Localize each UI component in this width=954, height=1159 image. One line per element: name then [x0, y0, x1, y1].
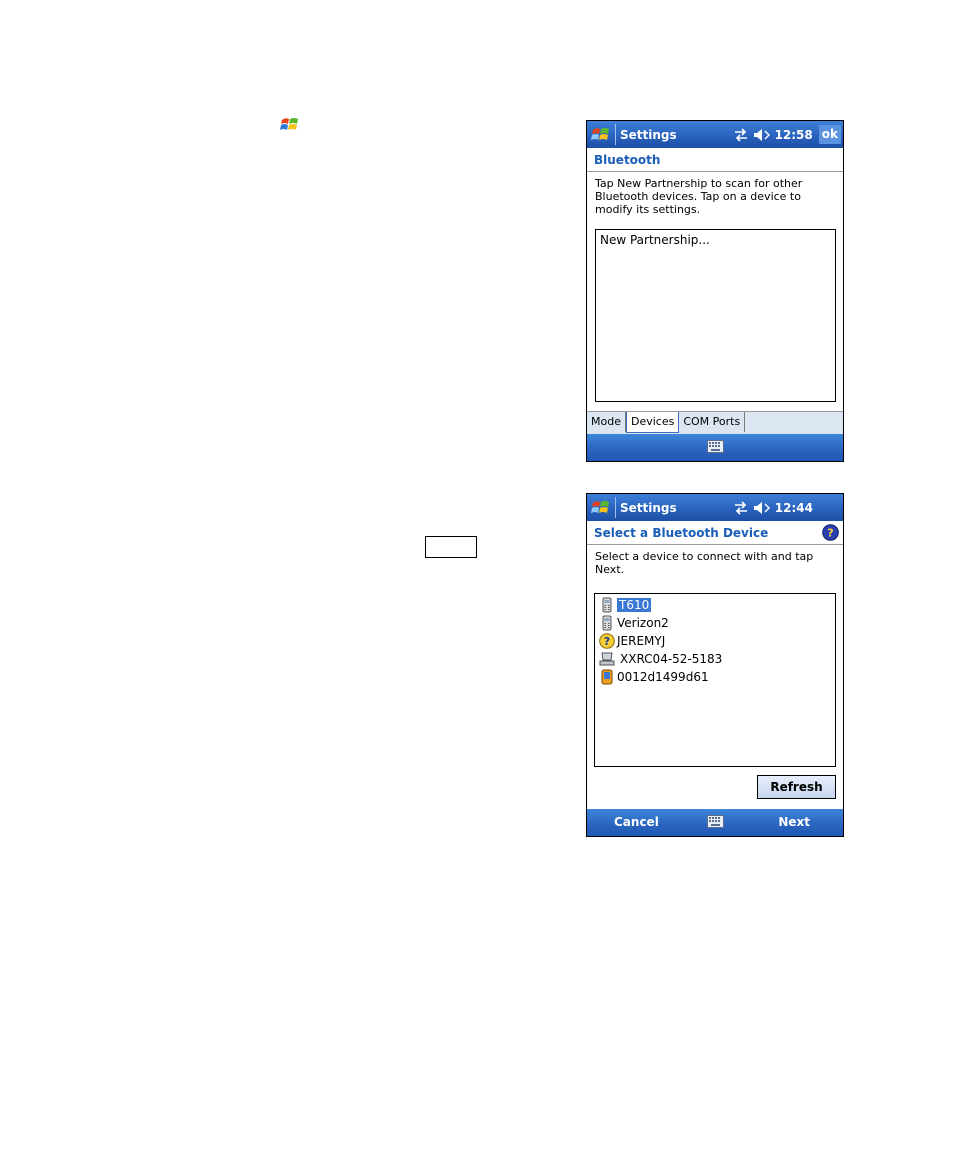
- help-icon[interactable]: ?: [822, 524, 839, 541]
- tab-devices[interactable]: Devices: [625, 412, 680, 433]
- phone-icon: [602, 615, 612, 631]
- windows-start-icon[interactable]: [590, 497, 612, 519]
- status-area[interactable]: 12:44: [733, 501, 813, 515]
- app-title: Settings: [620, 500, 677, 515]
- ok-button[interactable]: ok: [818, 125, 841, 144]
- title-separator: [615, 497, 616, 518]
- page-header: Bluetooth: [587, 148, 843, 172]
- device-name: JEREMYJ: [617, 634, 666, 648]
- connectivity-icon[interactable]: [733, 127, 749, 142]
- title-bar: Settings 12:58 ok: [587, 121, 843, 148]
- device-list[interactable]: New Partnership...: [595, 229, 836, 402]
- svg-text:?: ?: [827, 527, 833, 540]
- keyboard-icon[interactable]: [707, 815, 724, 828]
- list-item-new-partnership[interactable]: New Partnership...: [596, 230, 835, 250]
- cancel-button[interactable]: Cancel: [614, 815, 659, 829]
- next-button[interactable]: Next: [778, 815, 810, 829]
- device-name: Verizon2: [617, 616, 669, 630]
- computer-icon: [599, 652, 615, 666]
- connectivity-icon[interactable]: [733, 500, 749, 515]
- phone-icon: [602, 597, 612, 613]
- title-bar: Settings 12:44: [587, 494, 843, 521]
- windows-start-icon: [280, 118, 298, 130]
- tab-strip: Mode Devices COM Ports: [587, 411, 843, 434]
- bluetooth-settings-screen: Settings 12:58 ok Bluetooth Tap New Part…: [586, 120, 844, 462]
- volume-muted-icon[interactable]: [753, 128, 771, 142]
- pda-icon: [601, 669, 613, 685]
- app-title: Settings: [620, 127, 677, 142]
- header-title: Select a Bluetooth Device: [594, 525, 769, 540]
- volume-muted-icon[interactable]: [753, 501, 771, 515]
- windows-start-icon[interactable]: [590, 124, 612, 146]
- device-list[interactable]: T610 Verizon2 ? JEREMYJ XXRC04-52-5183 0…: [594, 593, 836, 767]
- clock[interactable]: 12:44: [775, 501, 813, 515]
- tab-mode[interactable]: Mode: [587, 412, 626, 432]
- list-item[interactable]: T610: [595, 596, 835, 614]
- tab-com-ports[interactable]: COM Ports: [679, 412, 746, 432]
- list-item[interactable]: 0012d1499d61: [595, 668, 835, 686]
- clock[interactable]: 12:58: [775, 128, 813, 142]
- instructions-text: Tap New Partnership to scan for other Bl…: [595, 177, 803, 216]
- device-name: T610: [617, 598, 652, 612]
- device-name: XXRC04-52-5183: [620, 652, 723, 666]
- title-separator: [615, 124, 616, 145]
- menu-bar: Cancel Next: [587, 809, 843, 836]
- menu-bar: [587, 434, 843, 461]
- list-item[interactable]: Verizon2: [595, 614, 835, 632]
- device-name: 0012d1499d61: [617, 670, 709, 684]
- svg-text:?: ?: [604, 635, 610, 648]
- select-device-screen: Settings 12:44 Select a Bluetooth Device…: [586, 493, 844, 837]
- page-header: Select a Bluetooth Device ?: [587, 521, 843, 545]
- keyboard-icon[interactable]: [707, 440, 724, 453]
- unknown-device-icon: ?: [599, 633, 615, 649]
- list-item[interactable]: ? JEREMYJ: [595, 632, 835, 650]
- instructions-text: Select a device to connect with and tap …: [595, 550, 814, 576]
- status-area[interactable]: 12:58: [733, 128, 813, 142]
- refresh-button[interactable]: Refresh: [757, 775, 836, 799]
- empty-box: [425, 536, 477, 558]
- list-item[interactable]: XXRC04-52-5183: [595, 650, 835, 668]
